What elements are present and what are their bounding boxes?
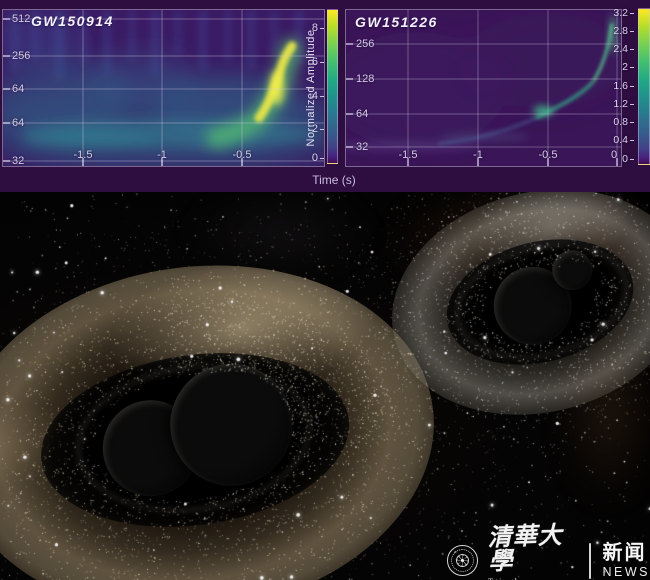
news-label-chinese: 新闻 [603,543,647,564]
colorbar-tick: 4 [296,90,324,102]
plot-title-gw151226: GW151226 [355,14,438,30]
colorbar-tick: 1.2 [600,98,634,110]
time-tick: -1.5 [399,149,418,161]
time-tick: -0.5 [539,149,558,161]
university-name-chinese: 清華大學 [487,523,578,574]
spectrogram-gw151226: GW151226 256 128 64 32 -1.5 -1 -0.5 0 [345,9,622,167]
time-tick: -1 [157,149,167,161]
freq-tick: 128 [356,73,374,85]
colorbar-tick: 0 [600,153,634,165]
news-label-english: NEWS [603,565,650,579]
freq-tick: 32 [12,155,24,167]
news-badge: 新闻 NEWS [603,543,650,579]
freq-tick: 256 [12,50,30,62]
freq-tick: 32 [356,141,368,153]
colorbar-tick: 0.4 [600,134,634,146]
time-axis-label: Time (s) [0,167,650,192]
colorbar-tick: 2 [296,123,324,135]
starfield-canvas [0,192,650,580]
time-tick: -0.5 [233,149,252,161]
freq-tick: 256 [356,38,374,50]
colorbar-tick: 1.6 [600,80,634,92]
freq-tick: 64 [12,83,24,95]
freq-tick: 512 [12,13,30,25]
divider-line [589,543,590,579]
freq-tick: 64 [356,108,368,120]
colorbar-tick: 3.2 [600,7,634,19]
colorbar-tick: 2 [600,61,634,73]
time-tick: -1.5 [74,149,93,161]
spectrogram-gw151226-art [346,10,621,166]
black-hole-illustration: 清華大學 Tsinghua University 新闻 NEWS [0,192,650,580]
freq-tick: 64 [12,117,24,129]
spectrogram-panel: GW150914 512 256 64 64 32 -1.5 -1 -0.5 N… [0,0,650,192]
press-image: GW150914 512 256 64 64 32 -1.5 -1 -0.5 N… [0,0,650,580]
time-tick: -1 [473,149,483,161]
spectrogram-gw150914: GW150914 512 256 64 64 32 -1.5 -1 -0.5 [2,9,325,167]
colorbar-tick: 0.8 [600,116,634,128]
colorbar-gw150914 [327,9,338,164]
university-name: 清華大學 Tsinghua University [488,525,577,580]
university-name-english: Tsinghua University [488,576,577,580]
colorbar-tick: 2.4 [600,43,634,55]
colorbar-gw151226 [638,8,650,165]
colorbar-tick: 0 [296,152,324,164]
branding-block: 清華大學 Tsinghua University 新闻 NEWS [447,525,650,580]
colorbar-tick: 2.8 [600,25,634,37]
colorbar-tick: 6 [296,56,324,68]
tsinghua-seal-icon [447,545,478,576]
spectrogram-gw150914-art [3,10,324,166]
colorbar-tick: 8 [296,22,324,34]
plot-title-gw150914: GW150914 [31,13,114,29]
